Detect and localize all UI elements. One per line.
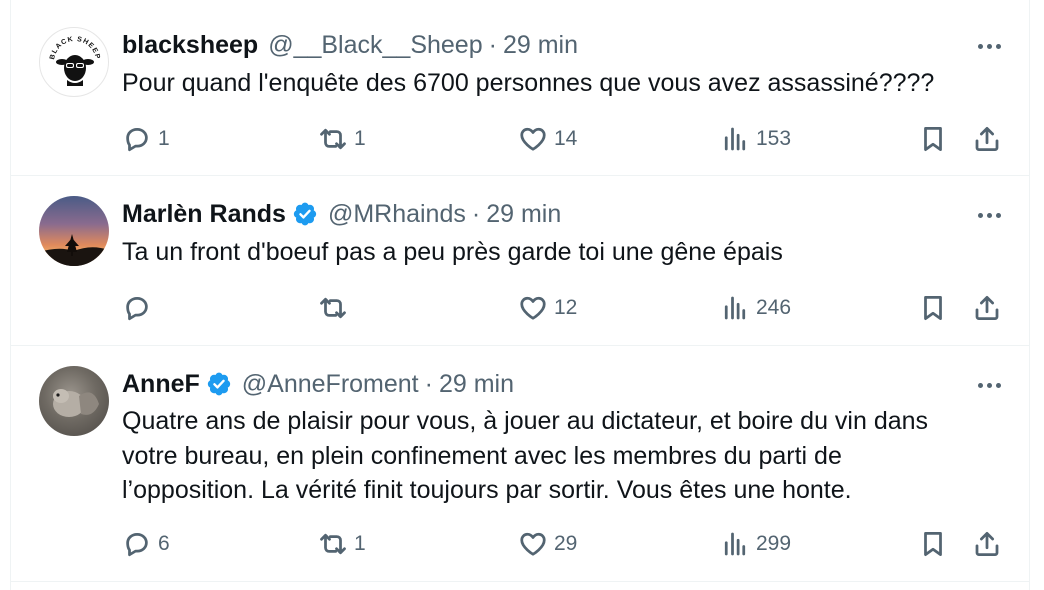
like-icon bbox=[518, 124, 548, 154]
views-button[interactable]: 246 bbox=[720, 290, 791, 326]
views-count: 153 bbox=[756, 127, 792, 150]
repost-button[interactable]: 1 bbox=[318, 121, 366, 157]
tweet-text: Quatre ans de plaisir pour vous, à jouer… bbox=[122, 404, 999, 508]
avatar[interactable] bbox=[39, 366, 109, 436]
avatar[interactable] bbox=[39, 196, 109, 266]
views-button[interactable]: 153 bbox=[720, 121, 791, 157]
repost-count: 1 bbox=[354, 127, 366, 150]
tweet-text-line: votre bureau, en plein confinement avec … bbox=[122, 441, 842, 470]
verified-badge-icon bbox=[292, 201, 318, 227]
share-button[interactable] bbox=[972, 290, 1002, 326]
tweet-text: Pour quand l'enquête des 6700 personnes … bbox=[122, 69, 935, 97]
views-button[interactable]: 299 bbox=[720, 526, 791, 562]
action-bar: 6 1 29 299 bbox=[122, 526, 1009, 562]
tweet-header: Marlèn Rands @MRhainds · 29 min bbox=[122, 198, 1009, 230]
separator-dot: · bbox=[424, 369, 433, 398]
display-name[interactable]: AnneF bbox=[122, 370, 200, 399]
reply-count: 1 bbox=[158, 127, 170, 150]
repost-button[interactable] bbox=[318, 290, 354, 326]
repost-icon bbox=[318, 293, 348, 323]
verified-badge-icon bbox=[206, 371, 232, 397]
views-count: 299 bbox=[756, 532, 792, 555]
separator-dot: · bbox=[471, 199, 481, 228]
share-icon bbox=[972, 529, 1002, 559]
tweet-header: blacksheep @__Black__Sheep · 29 min bbox=[122, 29, 1009, 61]
bookmark-button[interactable] bbox=[918, 290, 948, 326]
more-icon[interactable] bbox=[975, 201, 1003, 229]
reply-button[interactable] bbox=[122, 290, 158, 326]
bookmark-icon bbox=[918, 529, 948, 559]
like-icon bbox=[518, 529, 548, 559]
separator-dot: · bbox=[488, 30, 497, 59]
bookmark-button[interactable] bbox=[918, 526, 948, 562]
like-button[interactable]: 14 bbox=[518, 121, 577, 157]
views-icon bbox=[720, 529, 750, 559]
like-count: 12 bbox=[554, 296, 578, 319]
share-button[interactable] bbox=[972, 526, 1002, 562]
views-icon bbox=[720, 124, 750, 154]
like-button[interactable]: 29 bbox=[518, 526, 577, 562]
share-icon bbox=[972, 293, 1002, 323]
views-count: 246 bbox=[756, 296, 792, 319]
views-icon bbox=[720, 293, 750, 323]
tweet[interactable]: Marlèn Rands @MRhainds · 29 min Ta un fr… bbox=[11, 176, 1029, 346]
like-button[interactable]: 12 bbox=[518, 290, 577, 326]
bookmark-icon bbox=[918, 293, 948, 323]
bookmark-button[interactable] bbox=[918, 121, 948, 157]
repost-button[interactable]: 1 bbox=[318, 526, 366, 562]
user-handle[interactable]: @AnneFroment bbox=[242, 370, 419, 399]
timestamp[interactable]: 29 min bbox=[503, 31, 578, 60]
like-icon bbox=[518, 293, 548, 323]
tweet[interactable]: AnneF @AnneFroment · 29 min Quatre ans d… bbox=[11, 346, 1029, 582]
action-bar: 12 246 bbox=[122, 290, 1009, 326]
repost-count: 1 bbox=[354, 532, 366, 555]
avatar[interactable]: BLACK SHEEP bbox=[39, 27, 109, 97]
tweet[interactable]: BLACK SHEEP blacksheep @__Black__Sheep ·… bbox=[11, 0, 1029, 176]
repost-icon bbox=[318, 529, 348, 559]
share-button[interactable] bbox=[972, 121, 1002, 157]
tweet-text-line: l’opposition. La vérité finit toujours p… bbox=[122, 476, 852, 504]
more-icon[interactable] bbox=[975, 32, 1003, 60]
repost-icon bbox=[318, 124, 348, 154]
reply-icon bbox=[122, 529, 152, 559]
tweet-header: AnneF @AnneFroment · 29 min bbox=[122, 368, 1009, 400]
tweet-text-line: Quatre ans de plaisir pour vous, à jouer… bbox=[122, 407, 929, 435]
timestamp[interactable]: 29 min bbox=[439, 370, 514, 399]
display-name[interactable]: Marlèn Rands bbox=[122, 200, 286, 229]
more-icon[interactable] bbox=[975, 371, 1003, 399]
timestamp[interactable]: 29 min bbox=[486, 200, 561, 229]
bookmark-icon bbox=[918, 124, 948, 154]
tweet-text: Ta un front d'boeuf pas a peu près garde… bbox=[122, 238, 783, 266]
action-bar: 1 1 14 153 bbox=[122, 121, 1009, 157]
reply-button[interactable]: 1 bbox=[122, 121, 170, 157]
user-handle[interactable]: @MRhainds bbox=[328, 200, 466, 229]
like-count: 29 bbox=[554, 532, 578, 555]
display-name[interactable]: blacksheep bbox=[122, 31, 258, 60]
share-icon bbox=[972, 124, 1002, 154]
reply-icon bbox=[122, 293, 152, 323]
reply-icon bbox=[122, 124, 152, 154]
user-handle[interactable]: @__Black__Sheep bbox=[268, 31, 482, 60]
reply-feed: BLACK SHEEP blacksheep @__Black__Sheep ·… bbox=[10, 0, 1030, 590]
reply-count: 6 bbox=[158, 532, 170, 555]
like-count: 14 bbox=[554, 127, 578, 150]
reply-button[interactable]: 6 bbox=[122, 526, 170, 562]
